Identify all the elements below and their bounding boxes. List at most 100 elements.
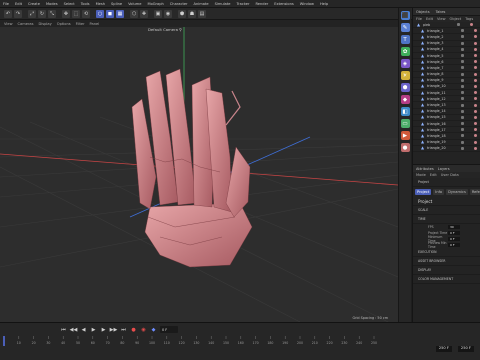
menu-mesh[interactable]: Mesh [96, 2, 105, 6]
menu-help[interactable]: Help [320, 2, 328, 6]
toolbar-button-icon[interactable]: ✥ [62, 9, 70, 18]
viewport-menu-options[interactable]: Options [57, 22, 71, 26]
cloner-icon[interactable]: ✿ [400, 47, 410, 56]
subtab-dynamics[interactable]: Dynamics [446, 189, 468, 195]
menu-volume[interactable]: Volume [128, 2, 141, 6]
section-time[interactable]: TIME [413, 215, 480, 224]
visibility-icon[interactable] [461, 47, 464, 51]
playhead[interactable] [3, 336, 5, 346]
viewport-menu-filter[interactable]: Filter [76, 22, 85, 26]
max-frame-field[interactable]: 250 F [457, 346, 474, 352]
next-key-icon[interactable]: ▶▶ [110, 326, 118, 333]
attributes-menu-edit[interactable]: Edit [430, 173, 437, 177]
toolbar-button-icon[interactable]: ⬢ [178, 9, 186, 18]
prev-frame-icon[interactable]: ◀ [80, 326, 87, 333]
scene-icon[interactable]: ⬢ [400, 83, 410, 92]
effector-icon[interactable]: ◆ [400, 95, 410, 104]
pen-icon[interactable]: ✎ [400, 23, 410, 32]
toolbar-button-icon[interactable]: ⟲ [82, 9, 90, 18]
visibility-icon[interactable] [461, 134, 464, 138]
tab-attributes[interactable]: Attributes [416, 167, 434, 171]
tab-objects[interactable]: Objects [416, 10, 430, 14]
toolbar-button-icon[interactable]: ✚ [140, 9, 148, 18]
visibility-icon[interactable] [461, 115, 464, 119]
visibility-icon[interactable] [461, 146, 464, 150]
visibility-icon[interactable] [461, 29, 464, 33]
toolbar-button-icon[interactable]: ▤ [198, 9, 206, 18]
menu-select[interactable]: Select [64, 2, 75, 6]
current-frame-field[interactable]: 0 F [160, 326, 178, 333]
menu-tools[interactable]: Tools [81, 2, 90, 6]
material-tag-icon[interactable] [474, 29, 477, 33]
deformer-icon[interactable]: ◈ [400, 59, 410, 68]
menu-mograph[interactable]: MoGraph [147, 2, 163, 6]
material-icon[interactable]: ● [400, 143, 410, 152]
section-scale[interactable]: SCALE [413, 206, 480, 215]
toolbar-button-icon[interactable]: ▦ [116, 9, 124, 18]
timeline-ruler[interactable]: 0102030405060708090100110120130140150160… [0, 336, 380, 347]
viewport-menu-view[interactable]: View [4, 22, 13, 26]
visibility-icon[interactable] [461, 78, 464, 82]
material-tag-icon[interactable] [474, 140, 477, 144]
go-start-icon[interactable]: ⏮ [60, 326, 67, 333]
menu-spline[interactable]: Spline [111, 2, 122, 6]
record-icon[interactable]: ● [130, 326, 137, 333]
visibility-icon[interactable] [461, 109, 464, 113]
material-tag-icon[interactable] [474, 41, 477, 45]
toolbar-button-icon[interactable]: ◉ [164, 9, 172, 18]
toolbar-button-icon[interactable]: ↶ [4, 9, 12, 18]
object-row[interactable]: ▲ triangle_20 [413, 146, 480, 152]
objects-menu-edit[interactable]: Edit [426, 17, 433, 21]
menu-extensions[interactable]: Extensions [274, 2, 294, 6]
toolbar-button-icon[interactable]: ↻ [38, 9, 46, 18]
tab-takes[interactable]: Takes [436, 10, 446, 14]
menu-character[interactable]: Character [170, 2, 188, 6]
toolbar-button-icon[interactable]: ☗ [188, 9, 196, 18]
section-color-management[interactable]: COLOR MANAGEMENT [413, 275, 480, 284]
material-tag-icon[interactable] [474, 66, 477, 70]
keyframe-icon[interactable]: ◆ [150, 326, 157, 333]
end-frame-field[interactable]: 250 F [435, 346, 452, 352]
section-execution[interactable]: EXECUTION [413, 248, 480, 257]
visibility-icon[interactable] [461, 128, 464, 132]
menu-tracker[interactable]: Tracker [237, 2, 250, 6]
toolbar-button-icon[interactable]: ⬡ [130, 9, 138, 18]
prev-key-icon[interactable]: ◀◀ [70, 326, 78, 333]
subtab-project[interactable]: Project [415, 189, 432, 195]
visibility-icon[interactable] [461, 122, 464, 126]
objects-menu-tags[interactable]: Tags [465, 17, 473, 21]
toolbar-button-icon[interactable]: ◼ [106, 9, 114, 18]
material-tag-icon[interactable] [474, 146, 477, 150]
visibility-icon[interactable] [461, 97, 464, 101]
material-tag-icon[interactable] [474, 122, 477, 126]
material-tag-icon[interactable] [474, 134, 477, 138]
subtab-info[interactable]: Info [433, 189, 445, 195]
material-tag-icon[interactable] [474, 97, 477, 101]
go-end-icon[interactable]: ⏭ [120, 326, 127, 333]
material-tag-icon[interactable] [474, 84, 477, 88]
material-tag-icon[interactable] [474, 72, 477, 76]
menu-file[interactable]: File [3, 2, 9, 6]
material-tag-icon[interactable] [474, 91, 477, 95]
objects-menu-view[interactable]: View [437, 17, 446, 21]
menu-modes[interactable]: Modes [46, 2, 58, 6]
field-value[interactable]: 0 F [448, 230, 460, 236]
material-tag-icon[interactable] [474, 35, 477, 39]
field-value[interactable]: 30 [448, 224, 460, 230]
toolbar-button-icon[interactable]: ⤡ [48, 9, 56, 18]
section-display[interactable]: DISPLAY [413, 266, 480, 275]
menu-window[interactable]: Window [300, 2, 314, 6]
material-tag-icon[interactable] [474, 78, 477, 82]
viewport[interactable] [0, 27, 398, 322]
floor-icon[interactable]: ▭ [400, 119, 410, 128]
objects-menu-object[interactable]: Object [450, 17, 462, 21]
visibility-icon[interactable] [461, 91, 464, 95]
tab-layers[interactable]: Layers [438, 167, 450, 171]
toolbar-button-icon[interactable]: ⤢ [28, 9, 36, 18]
autokey-icon[interactable]: ◉ [140, 326, 147, 333]
menu-simulate[interactable]: Simulate [215, 2, 231, 6]
visibility-icon[interactable] [461, 35, 464, 39]
material-tag-icon[interactable] [474, 109, 477, 113]
camera-icon[interactable]: ◧ [400, 107, 410, 116]
material-tag-icon[interactable] [474, 54, 477, 58]
